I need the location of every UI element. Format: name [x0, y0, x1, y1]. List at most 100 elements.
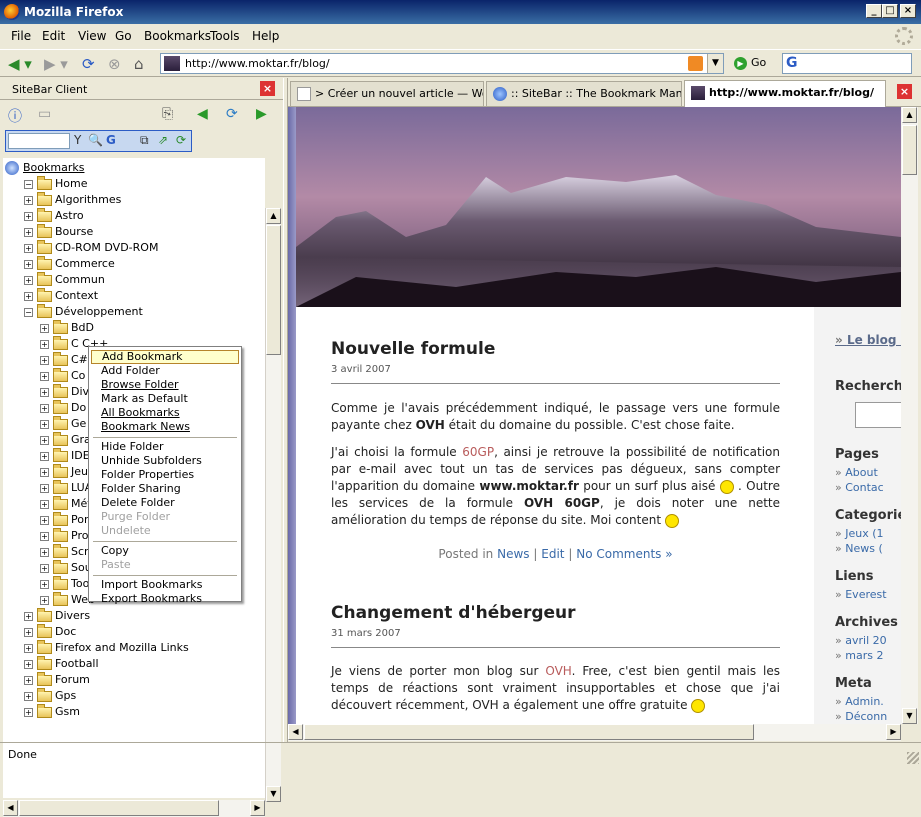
- filter-icon[interactable]: Y: [74, 133, 81, 147]
- expand-icon[interactable]: +: [24, 691, 33, 701]
- expand-icon[interactable]: +: [24, 675, 33, 685]
- collapse-icon[interactable]: −: [24, 179, 33, 189]
- info-icon[interactable]: ⓘ: [8, 106, 22, 126]
- tree-folder[interactable]: + Gsm: [24, 703, 80, 720]
- blog-title-link[interactable]: Le blog d: [835, 333, 901, 347]
- tab-moktar-blog[interactable]: http://www.moktar.fr/blog/: [684, 80, 886, 107]
- expand-icon[interactable]: +: [40, 515, 49, 525]
- sidebar-vertical-scrollbar[interactable]: ▲ ▼: [265, 208, 281, 802]
- expand-icon[interactable]: +: [40, 371, 49, 381]
- resize-grip-icon[interactable]: [907, 752, 919, 764]
- tree-folder[interactable]: + Ge: [40, 415, 86, 432]
- category-link[interactable]: Jeux (1: [835, 527, 883, 540]
- back-icon[interactable]: ◀ ▾: [8, 56, 32, 72]
- context-menu-item[interactable]: Bookmark News: [91, 420, 239, 434]
- expand-icon[interactable]: +: [24, 611, 33, 621]
- menu-help[interactable]: Help: [252, 29, 279, 43]
- copy-icon[interactable]: ⧉: [140, 133, 149, 148]
- context-menu-item[interactable]: Add Bookmark: [91, 350, 239, 364]
- next-icon[interactable]: ▶: [256, 106, 267, 122]
- tree-folder[interactable]: + Commun: [24, 271, 105, 288]
- close-tab-icon[interactable]: ×: [897, 84, 912, 99]
- refresh-icon[interactable]: ⟳: [226, 106, 238, 122]
- tree-folder[interactable]: + C#: [40, 351, 88, 368]
- scroll-left-icon[interactable]: ◀: [3, 800, 18, 816]
- url-text[interactable]: http://www.moktar.fr/blog/: [185, 57, 330, 70]
- category-link[interactable]: News (: [835, 542, 883, 555]
- search-folder-icon[interactable]: 🔍: [88, 133, 103, 147]
- tree-folder[interactable]: + Firefox and Mozilla Links: [24, 639, 189, 656]
- google-icon[interactable]: G: [786, 55, 798, 71]
- menu-edit[interactable]: Edit: [42, 29, 65, 43]
- menu-file[interactable]: File: [11, 29, 31, 43]
- expand-icon[interactable]: +: [24, 643, 33, 653]
- context-menu-item[interactable]: Folder Properties: [91, 468, 239, 482]
- context-menu-item[interactable]: All Bookmarks: [91, 406, 239, 420]
- tree-folder[interactable]: + Sou: [40, 559, 92, 576]
- expand-icon[interactable]: +: [40, 339, 49, 349]
- sidebar-close-icon[interactable]: ×: [260, 81, 275, 96]
- expand-icon[interactable]: +: [40, 595, 49, 605]
- context-menu-item[interactable]: Export Bookmarks: [91, 592, 239, 606]
- scroll-right-icon[interactable]: ▶: [886, 724, 901, 740]
- tree-folder[interactable]: + Mét: [40, 495, 92, 512]
- google-search-icon[interactable]: G: [106, 133, 116, 147]
- formula-link[interactable]: 60GP: [462, 445, 494, 459]
- scroll-down-icon[interactable]: ▼: [902, 708, 917, 724]
- expand-icon[interactable]: +: [24, 627, 33, 637]
- post-title[interactable]: Changement d'hébergeur: [331, 603, 576, 623]
- expand-icon[interactable]: +: [40, 403, 49, 413]
- tree-folder[interactable]: + Doc: [24, 623, 76, 640]
- scroll-left-icon[interactable]: ◀: [288, 724, 303, 740]
- expand-icon[interactable]: +: [24, 227, 33, 237]
- page-link[interactable]: Contac: [835, 481, 883, 494]
- context-menu-item[interactable]: Unhide Subfolders: [91, 454, 239, 468]
- tree-folder[interactable]: + Football: [24, 655, 99, 672]
- expand-icon[interactable]: +: [40, 387, 49, 397]
- post-title[interactable]: Nouvelle formule: [331, 339, 495, 359]
- expand-icon[interactable]: +: [40, 451, 49, 461]
- url-bar[interactable]: http://www.moktar.fr/blog/ ▼: [160, 53, 724, 74]
- home-icon[interactable]: ⌂: [134, 56, 144, 72]
- ovh-link[interactable]: OVH: [545, 664, 571, 678]
- comments-link[interactable]: No Comments »: [576, 547, 672, 561]
- tree-folder[interactable]: + Scr: [40, 543, 89, 560]
- tree-folder[interactable]: + Bourse: [24, 223, 93, 240]
- context-menu-item[interactable]: Add Folder: [91, 364, 239, 378]
- stop-icon[interactable]: ⊗: [108, 56, 121, 72]
- tree-folder[interactable]: + Context: [24, 287, 98, 304]
- expand-icon[interactable]: +: [24, 211, 33, 221]
- tree-folder[interactable]: + LUA: [40, 479, 92, 496]
- go-button[interactable]: ▶ Go: [734, 56, 766, 70]
- tree-folder[interactable]: + IDE: [40, 447, 90, 464]
- context-menu-item[interactable]: Delete Folder: [91, 496, 239, 510]
- tab-sitebar[interactable]: :: SiteBar :: The Bookmark Mana...: [486, 81, 682, 106]
- expand-icon[interactable]: +: [40, 563, 49, 573]
- expand-icon[interactable]: +: [24, 259, 33, 269]
- content-vertical-scrollbar[interactable]: ▲ ▼: [901, 107, 918, 724]
- context-menu-item[interactable]: Copy: [91, 544, 239, 558]
- sidebar-horizontal-scrollbar[interactable]: ◀ ▶: [3, 800, 265, 817]
- content-horizontal-scrollbar[interactable]: ◀ ▶: [288, 724, 901, 741]
- expand-icon[interactable]: +: [40, 467, 49, 477]
- archive-link[interactable]: avril 20: [835, 634, 886, 647]
- previous-icon[interactable]: ◀: [197, 106, 208, 122]
- sidebar-search-input[interactable]: [8, 133, 70, 149]
- scroll-up-icon[interactable]: ▲: [902, 107, 917, 123]
- context-menu-item[interactable]: Hide Folder: [91, 440, 239, 454]
- tree-folder[interactable]: − Home: [24, 175, 87, 192]
- rss-feed-icon[interactable]: [688, 56, 703, 71]
- export-icon[interactable]: ⇗: [158, 133, 168, 147]
- context-menu-item[interactable]: Browse Folder: [91, 378, 239, 392]
- forward-icon[interactable]: ▶ ▾: [44, 56, 68, 72]
- expand-icon[interactable]: +: [40, 355, 49, 365]
- scroll-up-icon[interactable]: ▲: [266, 208, 281, 224]
- menu-tools[interactable]: Tools: [210, 29, 240, 43]
- new-page-icon[interactable]: ⎘: [162, 106, 173, 122]
- tree-folder[interactable]: + Commerce: [24, 255, 115, 272]
- tree-folder[interactable]: + Gra: [40, 431, 91, 448]
- scroll-down-icon[interactable]: ▼: [266, 786, 281, 802]
- expand-icon[interactable]: +: [40, 531, 49, 541]
- tree-folder[interactable]: + Do: [40, 399, 86, 416]
- tree-folder[interactable]: + Por: [40, 511, 89, 528]
